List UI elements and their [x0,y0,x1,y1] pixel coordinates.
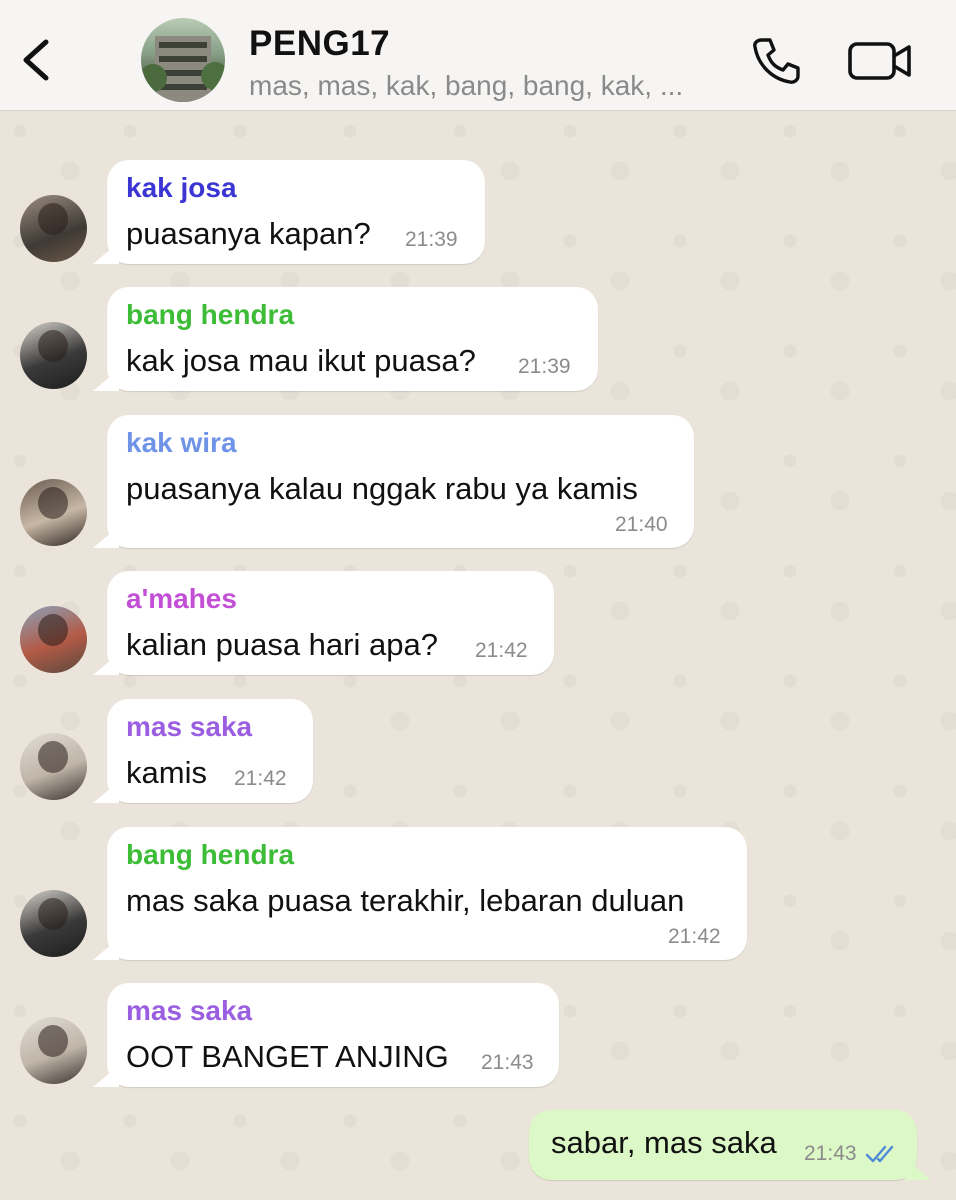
chevron-left-icon [23,39,49,81]
sender-name: a'mahes [126,583,237,614]
group-avatar[interactable] [141,18,225,102]
message-bubble[interactable]: mas saka kamis 21:42 [93,699,313,803]
building-photo [141,36,225,102]
avatar-mas-saka[interactable] [20,1017,87,1084]
sender-name: bang hendra [126,839,295,870]
message-time: 21:43 [804,1142,857,1165]
phone-icon [753,38,800,84]
avatar-kak-josa[interactable] [20,195,87,262]
video-call-button[interactable] [846,36,914,86]
message-text: puasanya kapan? [126,216,371,251]
sender-name: bang hendra [126,299,295,330]
avatar-kak-wira[interactable] [20,479,87,546]
message-text: kak josa mau ikut puasa? [126,343,476,378]
group-title[interactable]: PENG17 [249,24,390,64]
sender-name: mas saka [126,995,253,1026]
avatar-mas-saka[interactable] [20,733,87,800]
sender-name: mas saka [126,711,253,742]
message-time: 21:43 [481,1051,534,1074]
message-time: 21:42 [234,767,287,790]
message-time: 21:39 [518,355,571,378]
sender-name: kak wira [126,427,237,458]
avatar-a-mahes[interactable] [20,606,87,673]
read-receipt-icon [865,1145,894,1163]
message-text: puasanya kalau nggak rabu ya kamis [126,471,638,506]
message-text: sabar, mas saka [551,1125,777,1160]
message-bubble[interactable]: kak josa puasanya kapan? 21:39 [93,160,485,264]
message-bubble[interactable]: a'mahes kalian puasa hari apa? 21:42 [93,571,554,675]
message-bubble[interactable]: bang hendra mas saka puasa terakhir, leb… [93,827,747,960]
message-bubble[interactable]: bang hendra kak josa mau ikut puasa? 21:… [93,287,598,391]
message-text: kalian puasa hari apa? [126,627,438,662]
outgoing-message-bubble[interactable]: sabar, mas saka 21:43 [529,1110,931,1180]
message-list[interactable]: kak josa puasanya kapan? 21:39 bang hend… [0,111,956,1200]
message-bubble[interactable]: kak wira puasanya kalau nggak rabu ya ka… [93,415,694,548]
group-members-subtitle[interactable]: mas, mas, kak, bang, bang, kak, ... [249,70,683,102]
message-time: 21:42 [475,639,528,662]
avatar-bang-hendra[interactable] [20,322,87,389]
message-text: mas saka puasa terakhir, lebaran duluan [126,883,685,918]
message-time: 21:40 [615,513,668,536]
video-camera-icon [848,42,911,80]
message-time: 21:39 [405,228,458,251]
avatar-bang-hendra[interactable] [20,890,87,957]
chat-header: PENG17 mas, mas, kak, bang, bang, kak, .… [0,0,956,111]
message-text: kamis [126,755,207,790]
sender-name: kak josa [126,172,237,203]
voice-call-button[interactable] [748,34,802,88]
message-text: OOT BANGET ANJING [126,1039,449,1074]
back-button[interactable] [12,30,62,90]
message-time: 21:42 [668,925,721,948]
message-bubble[interactable]: mas saka OOT BANGET ANJING 21:43 [93,983,559,1087]
